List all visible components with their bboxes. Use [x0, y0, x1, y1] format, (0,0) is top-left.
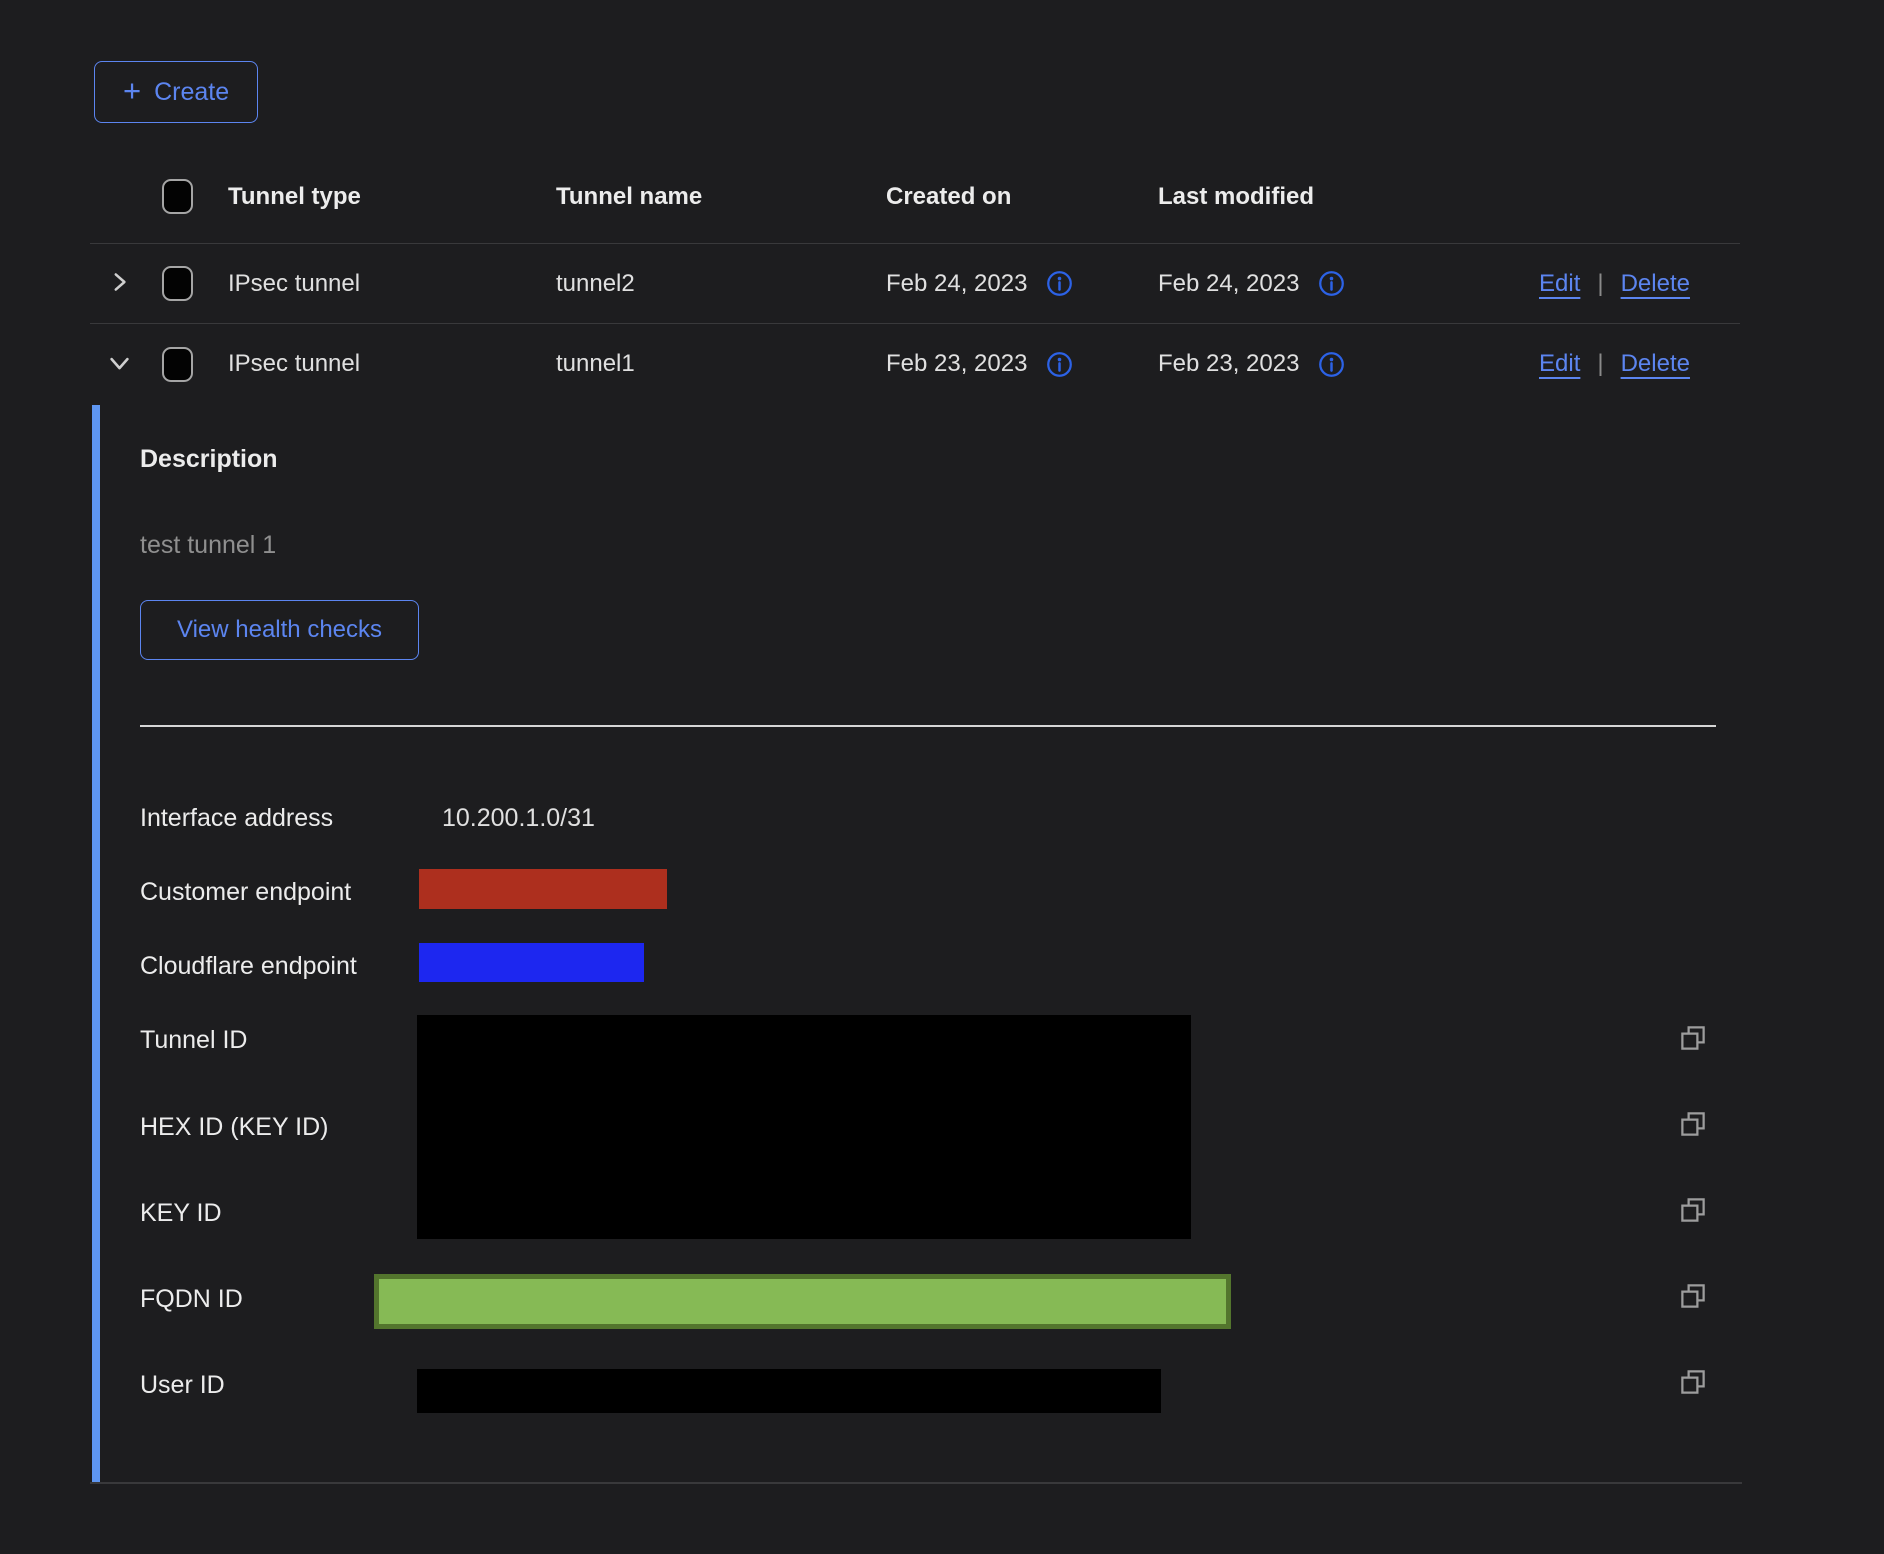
key-id-label: KEY ID [140, 1198, 222, 1228]
action-separator: | [1597, 270, 1603, 298]
copy-icon [1678, 1127, 1708, 1142]
column-header-last-modified: Last modified [1158, 183, 1314, 211]
user-id-label: User ID [140, 1370, 225, 1400]
view-health-checks-button[interactable]: View health checks [140, 600, 419, 660]
create-button-label: Create [154, 78, 229, 107]
edit-link[interactable]: Edit [1539, 270, 1580, 298]
interface-address-value: 10.200.1.0/31 [442, 803, 595, 833]
tunnel-name-value: tunnel2 [556, 270, 635, 298]
customer-endpoint-redacted-value [419, 869, 667, 909]
copy-fqdn-id-button[interactable] [1678, 1281, 1708, 1311]
row-checkbox[interactable] [162, 266, 193, 301]
tunnel-type-value: IPsec tunnel [228, 350, 360, 378]
row-checkbox[interactable] [162, 347, 193, 382]
fqdn-id-redacted-value [374, 1274, 1231, 1329]
cloudflare-endpoint-label: Cloudflare endpoint [140, 951, 357, 981]
copy-icon [1678, 1213, 1708, 1228]
copy-user-id-button[interactable] [1678, 1367, 1708, 1397]
copy-tunnel-id-button[interactable] [1678, 1023, 1708, 1053]
edit-link[interactable]: Edit [1539, 350, 1580, 378]
chevron-down-icon [106, 349, 133, 379]
view-health-checks-label: View health checks [177, 616, 382, 644]
created-on-value: Feb 24, 2023 [886, 270, 1027, 298]
tunnels-table: Tunnel type Tunnel name Created on Last … [90, 150, 1740, 404]
interface-address-label: Interface address [140, 803, 333, 833]
delete-link[interactable]: Delete [1621, 350, 1690, 378]
select-all-checkbox[interactable] [162, 179, 193, 214]
info-icon[interactable] [1046, 351, 1073, 378]
expand-row-button[interactable] [102, 265, 136, 302]
ids-redacted-value [417, 1015, 1191, 1239]
plus-icon: + [123, 75, 141, 106]
table-row: IPsec tunnel tunnel1 Feb 23, 2023 Feb 23… [90, 324, 1740, 404]
hex-id-label: HEX ID (KEY ID) [140, 1112, 328, 1142]
copy-icon [1678, 1385, 1708, 1400]
copy-hex-id-button[interactable] [1678, 1109, 1708, 1139]
copy-icon [1678, 1041, 1708, 1056]
info-icon[interactable] [1318, 270, 1345, 297]
info-icon[interactable] [1318, 351, 1345, 378]
column-header-created-on: Created on [886, 183, 1011, 211]
panel-bottom-divider [90, 1482, 1742, 1484]
description-value: test tunnel 1 [140, 531, 276, 560]
last-modified-value: Feb 24, 2023 [1158, 270, 1299, 298]
fqdn-id-label: FQDN ID [140, 1284, 243, 1314]
copy-key-id-button[interactable] [1678, 1195, 1708, 1225]
customer-endpoint-label: Customer endpoint [140, 877, 351, 907]
tunnels-page: + Create Tunnel type Tunnel name Created… [0, 0, 1884, 1554]
column-header-tunnel-name: Tunnel name [556, 183, 702, 211]
copy-icon [1678, 1299, 1708, 1314]
collapse-row-button[interactable] [102, 345, 137, 383]
chevron-right-icon [106, 269, 132, 298]
info-icon[interactable] [1046, 270, 1073, 297]
tunnel-detail-panel: Description test tunnel 1 View health ch… [92, 405, 1740, 1482]
user-id-redacted-value [417, 1369, 1161, 1413]
tunnel-type-value: IPsec tunnel [228, 270, 360, 298]
create-button[interactable]: + Create [94, 61, 258, 123]
table-header-row: Tunnel type Tunnel name Created on Last … [90, 150, 1740, 244]
last-modified-value: Feb 23, 2023 [1158, 350, 1299, 378]
column-header-tunnel-type: Tunnel type [228, 183, 361, 211]
cloudflare-endpoint-redacted-value [419, 943, 644, 982]
tunnel-id-label: Tunnel ID [140, 1025, 247, 1055]
created-on-value: Feb 23, 2023 [886, 350, 1027, 378]
panel-divider [140, 725, 1716, 727]
table-row: IPsec tunnel tunnel2 Feb 24, 2023 Feb 24… [90, 244, 1740, 324]
description-label: Description [140, 445, 278, 474]
tunnel-name-value: tunnel1 [556, 350, 635, 378]
action-separator: | [1597, 350, 1603, 378]
delete-link[interactable]: Delete [1621, 270, 1690, 298]
